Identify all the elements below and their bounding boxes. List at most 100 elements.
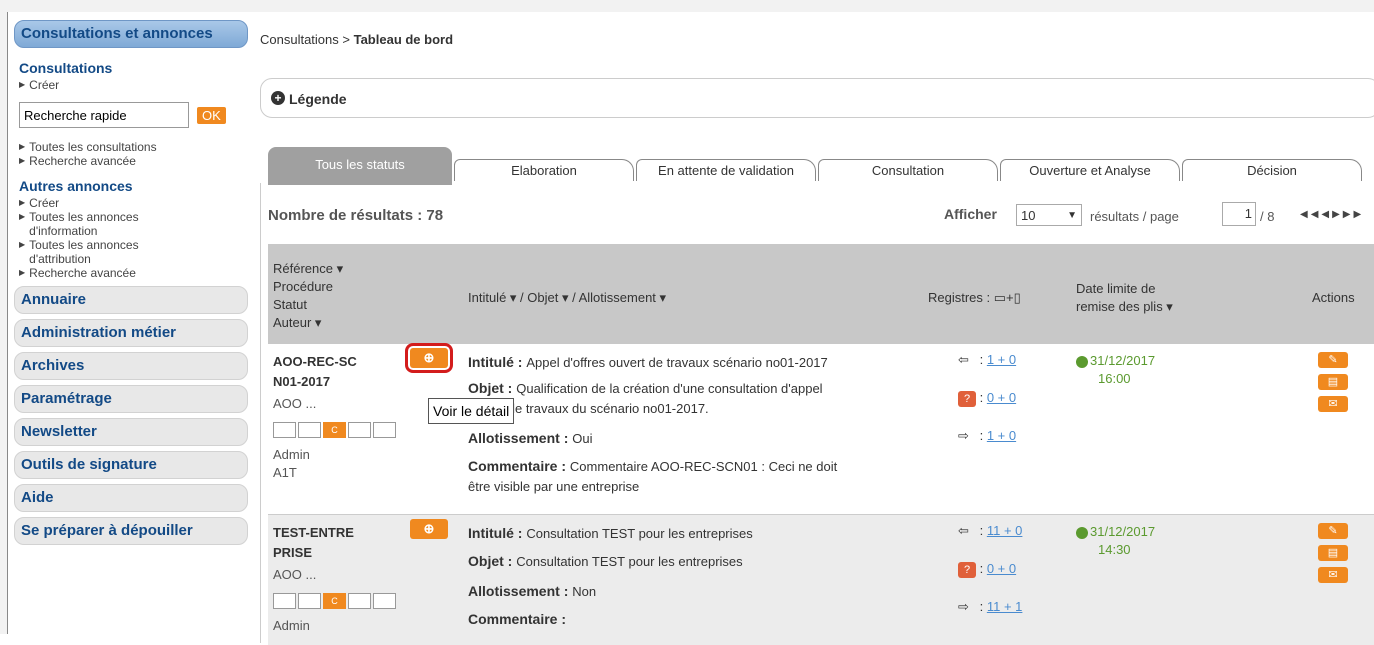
magnifier-plus-icon: ⊕ <box>423 350 435 365</box>
register-withdrawals-link[interactable]: 1 + 0 <box>987 352 1016 367</box>
tab-consultation[interactable]: Consultation <box>818 159 998 181</box>
sidebar-header[interactable]: Consultations et annonces <box>14 20 248 48</box>
quick-search: OK <box>19 102 248 128</box>
commentaire: Commentaire : Commentaire AOO-REC-SCN01 … <box>468 458 838 494</box>
breadcrumb: Consultations > Tableau de bord <box>260 32 453 47</box>
allotissement: Allotissement : Non <box>468 583 597 599</box>
register-questions: ? : 0 + 0 <box>958 561 1016 578</box>
legend-panel[interactable]: + Légende <box>260 78 1374 118</box>
reference: TEST-ENTRE PRISE <box>273 525 354 560</box>
register-deposits-link[interactable]: 1 + 0 <box>987 428 1016 443</box>
computer-register-icon: ▭+▯ <box>993 290 1021 305</box>
first-page-icon[interactable]: ◀◀ <box>1300 209 1321 220</box>
tab-elaboration[interactable]: Elaboration <box>454 159 634 181</box>
deadline: 31/12/2017 14:30 <box>1076 523 1155 559</box>
tab-opening-analysis[interactable]: Ouverture et Analyse <box>1000 159 1180 181</box>
sidebar-link-create-consultation[interactable]: ▶ Créer <box>19 78 248 92</box>
menu-parametrage[interactable]: Paramétrage <box>14 385 248 413</box>
sidebar-link-create-annonce[interactable]: ▶ Créer <box>19 196 248 210</box>
clock-icon <box>1076 355 1088 368</box>
open-book-button[interactable]: ▤ <box>1318 545 1348 561</box>
register-withdrawals: ⇦ : 1 + 0 <box>958 352 1017 367</box>
envelope-icon: ✉ <box>1328 569 1338 581</box>
register-withdrawals-link[interactable]: 11 + 0 <box>987 523 1023 538</box>
view-detail-tooltip: Voir le détail <box>428 398 515 424</box>
menu-newsletter[interactable]: Newsletter <box>14 418 248 446</box>
sidebar-link-attribution-annonces[interactable]: ▶ Toutes les annonces d'attribution <box>19 238 248 266</box>
intitule: Intitulé : Consultation TEST pour les en… <box>468 525 753 541</box>
edit-button[interactable]: ✎ <box>1318 523 1348 539</box>
sidebar: Consultations et annonces Consultations … <box>14 20 248 550</box>
menu-annuaire[interactable]: Annuaire <box>14 286 248 314</box>
tab-all-statuses[interactable]: Tous les statuts <box>268 147 452 185</box>
withdrawal-icon: ⇦ <box>958 523 969 538</box>
show-label: Afficher <box>944 206 997 222</box>
browser-top-strip <box>0 0 1374 12</box>
breadcrumb-link[interactable]: Consultations > <box>260 32 354 47</box>
deposit-icon: ⇨ <box>958 428 969 443</box>
next-page-icon[interactable]: ▶ <box>1332 209 1343 220</box>
author: Admin A1T <box>273 447 310 480</box>
menu-aide[interactable]: Aide <box>14 484 248 512</box>
sidebar-link-info-annonces[interactable]: ▶ Toutes les annonces d'information <box>19 210 248 238</box>
open-book-button[interactable]: ▤ <box>1318 374 1348 390</box>
objet: Objet : Consultation TEST pour les entre… <box>468 553 743 569</box>
sidebar-section-consultations[interactable]: Consultations <box>19 60 248 76</box>
header-actions: Actions <box>1312 290 1355 305</box>
menu-administration-metier[interactable]: Administration métier <box>14 319 248 347</box>
view-detail-button[interactable]: ⊕ <box>410 519 448 539</box>
per-page-select[interactable]: 10 ▼ <box>1016 204 1082 226</box>
menu-archives[interactable]: Archives <box>14 352 248 380</box>
view-detail-button[interactable]: ⊕ <box>405 343 453 373</box>
reference: AOO-REC-SC N01-2017 <box>273 354 357 389</box>
last-page-icon[interactable]: ▶▶ <box>1343 209 1364 220</box>
status-indicator: C <box>273 422 398 438</box>
pencil-icon: ✎ <box>1328 354 1338 366</box>
table-header: Référence ▾ Procédure Statut Auteur ▾ In… <box>268 244 1374 344</box>
sort-reference[interactable]: Référence ▾ <box>273 260 343 278</box>
sidebar-link-advanced-search-annonces[interactable]: ▶ Recherche avancée <box>19 266 248 280</box>
tab-pending-validation[interactable]: En attente de validation <box>636 159 816 181</box>
magnifier-plus-icon: ⊕ <box>423 521 435 536</box>
envelope-icon: ✉ <box>1328 398 1338 410</box>
legend-label[interactable]: Légende <box>289 91 347 107</box>
triangle-right-icon: ▶ <box>19 240 26 249</box>
page-number-input[interactable]: 1 <box>1222 202 1256 226</box>
register-questions-link[interactable]: 0 + 0 <box>987 390 1016 405</box>
tab-decision[interactable]: Décision <box>1182 159 1362 181</box>
triangle-right-icon: ▶ <box>19 142 26 151</box>
book-icon: ▤ <box>1327 547 1339 559</box>
quick-search-input[interactable] <box>19 102 189 128</box>
prev-page-icon[interactable]: ◀ <box>1321 209 1332 220</box>
email-button[interactable]: ✉ <box>1318 567 1348 583</box>
clock-icon <box>1076 526 1088 539</box>
edit-button[interactable]: ✎ <box>1318 352 1348 368</box>
commentaire: Commentaire : <box>468 611 567 627</box>
menu-preparer-depouiller[interactable]: Se préparer à dépouiller <box>14 517 248 545</box>
deadline: 31/12/2017 16:00 <box>1076 352 1155 388</box>
sort-intitule-objet[interactable]: Intitulé ▾ / Objet ▾ / Allotissement ▾ <box>468 290 666 306</box>
register-deposits-link[interactable]: 11 + 1 <box>987 599 1023 614</box>
page-total: / 8 <box>1260 209 1275 224</box>
sidebar-link-advanced-search[interactable]: ▶ Recherche avancée <box>19 154 248 168</box>
plus-circle-icon[interactable]: + <box>271 91 285 105</box>
pagination-arrows: ◀◀◀▶▶▶ <box>1300 209 1364 220</box>
per-page-suffix: résultats / page <box>1090 209 1179 224</box>
register-deposits: ⇨ : 1 + 0 <box>958 428 1017 443</box>
header-registres: Registres : ▭+▯ <box>928 290 1021 305</box>
email-button[interactable]: ✉ <box>1318 396 1348 412</box>
quick-search-ok-button[interactable]: OK <box>197 106 226 124</box>
question-icon: ? <box>958 390 976 407</box>
procedure: AOO ... <box>273 396 317 411</box>
sort-date-limite[interactable]: Date limite de remise des plis ▾ <box>1076 280 1173 316</box>
register-questions-link[interactable]: 0 + 0 <box>987 561 1016 576</box>
menu-outils-signature[interactable]: Outils de signature <box>14 451 248 479</box>
allotissement: Allotissement : Oui <box>468 430 593 446</box>
sort-author[interactable]: Auteur ▾ <box>273 314 343 332</box>
breadcrumb-current: Tableau de bord <box>353 32 454 47</box>
triangle-right-icon: ▶ <box>19 212 26 221</box>
sidebar-section-autres-annonces[interactable]: Autres annonces <box>19 178 248 194</box>
sidebar-link-all-consultations[interactable]: ▶ Toutes les consultations <box>19 140 248 154</box>
pencil-icon: ✎ <box>1328 525 1338 537</box>
deposit-icon: ⇨ <box>958 599 969 614</box>
